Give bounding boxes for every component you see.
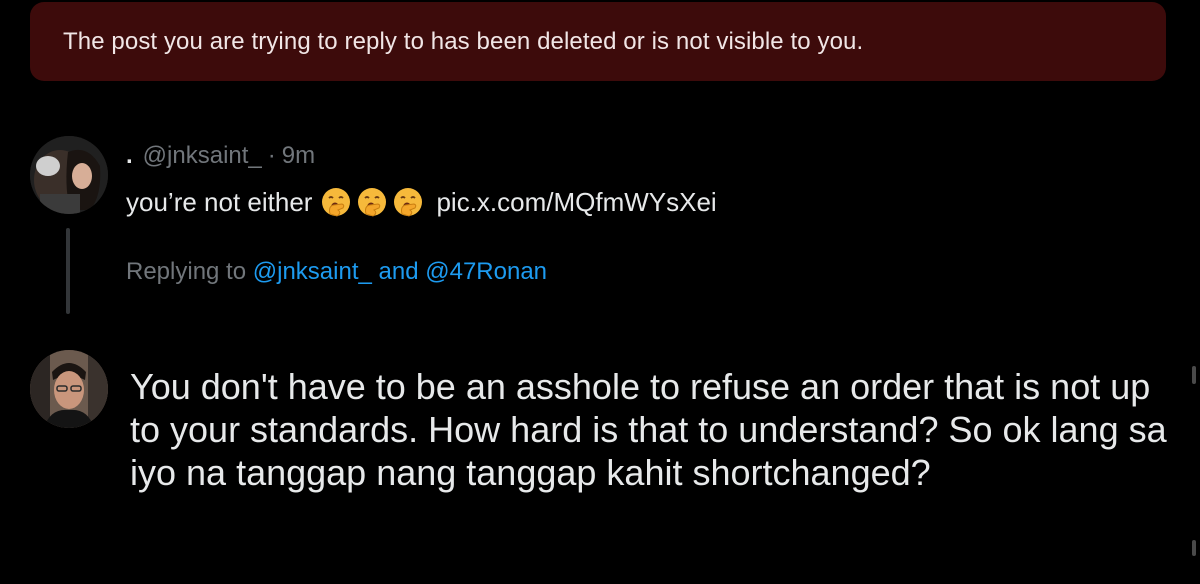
scrollbar-indicator[interactable] [1192,540,1196,556]
composer-avatar[interactable] [30,350,108,428]
replying-to-prefix: Replying to [126,258,247,285]
parent-post-text: you’re not either [126,186,313,217]
error-banner: The post you are trying to reply to has … [30,2,1166,81]
parent-post-header: . @jnksaint_ · 9m [126,142,315,170]
reply-composer-input[interactable]: You don't have to be an asshole to refus… [130,365,1170,494]
parent-post-media-link[interactable]: pic.x.com/MQfmWYsXei [436,187,716,218]
scrollbar-indicator[interactable] [1192,366,1196,384]
yawning-face-icon [358,188,387,217]
yawning-face-icon [394,188,423,217]
parent-post-time[interactable]: 9m [282,142,315,170]
thread-connector-line [66,228,70,314]
replying-to-mention-jnksaint[interactable]: @jnksaint_ [253,258,372,285]
parent-post-handle[interactable]: @jnksaint_ [143,142,262,170]
replying-to-and[interactable]: and [379,258,419,285]
error-banner-text: The post you are trying to reply to has … [63,27,864,55]
replying-to-mention-47ronan[interactable]: @47Ronan [425,258,547,285]
parent-post-avatar[interactable] [30,136,108,214]
replying-to-line: Replying to @jnksaint_ and @47Ronan [126,258,547,286]
yawning-face-icon [322,188,351,217]
avatar-photo-icon [30,350,108,428]
parent-post-body: you’re not either pic.x.com/MQfmWYsXei [126,186,717,218]
avatar-photo-icon [30,136,108,214]
parent-post-display-name[interactable]: . [126,142,133,170]
parent-post-separator: · [267,142,276,169]
